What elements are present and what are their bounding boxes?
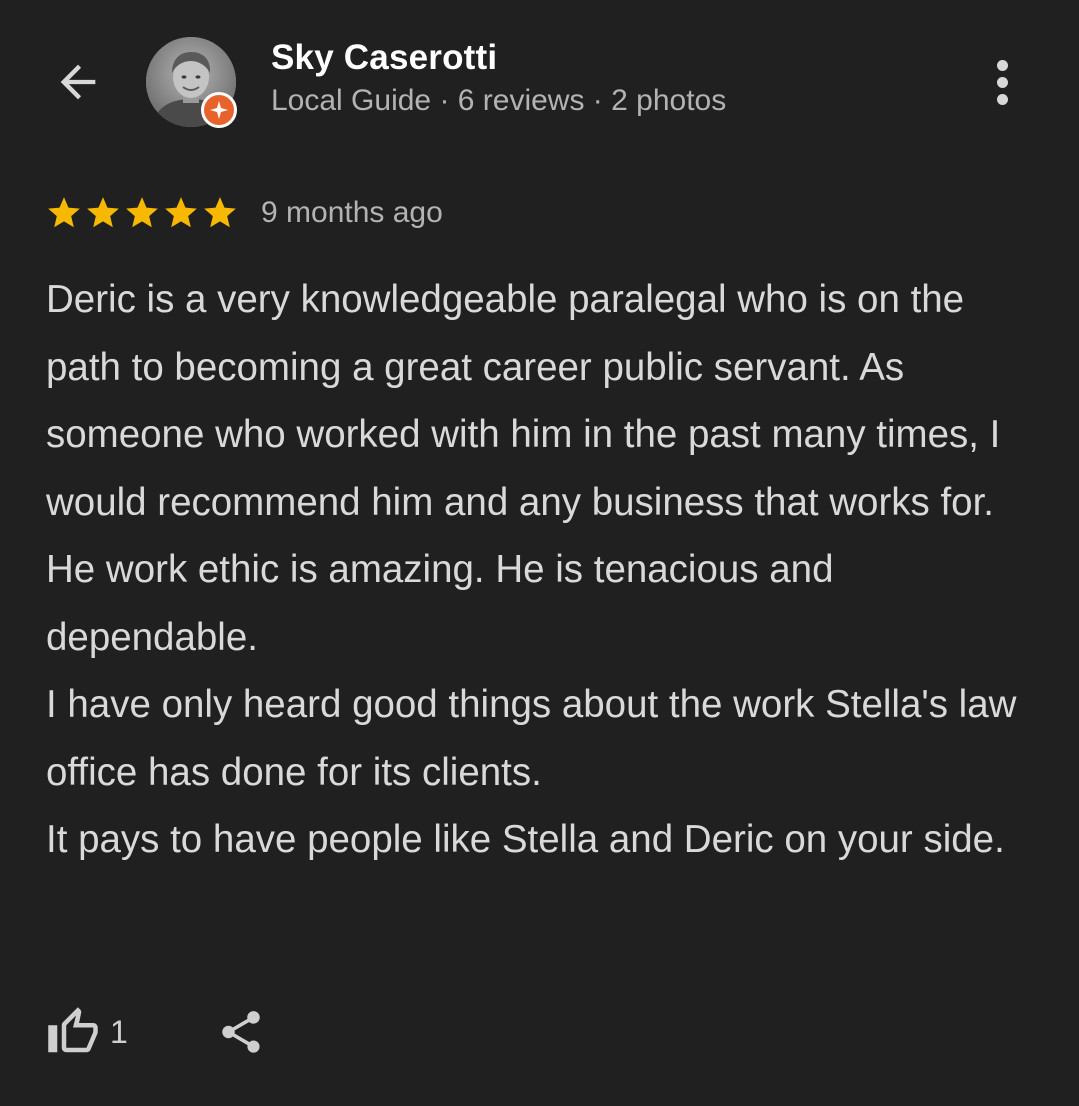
star-icon <box>126 197 158 228</box>
more-vert-icon <box>996 59 1008 71</box>
share-button[interactable] <box>216 1007 266 1057</box>
star-icon <box>87 197 119 228</box>
review-header: Sky Caserotti Local Guide · 6 reviews · … <box>0 0 1079 160</box>
more-options-button[interactable] <box>980 52 1024 112</box>
rating-row: 9 months ago <box>45 192 443 234</box>
star-icon <box>165 197 197 228</box>
like-count: 1 <box>110 1013 128 1050</box>
share-icon <box>222 1011 260 1053</box>
star-icon <box>204 197 236 228</box>
star-icon <box>48 197 80 228</box>
like-button[interactable]: 1 <box>46 1005 128 1059</box>
reviewer-meta: Local Guide · 6 reviews · 2 photos <box>271 84 727 117</box>
thumbs-up-icon <box>48 1007 98 1053</box>
review-time: 9 months ago <box>261 196 443 229</box>
review-actions: 1 <box>46 1002 266 1062</box>
arrow-back-icon <box>60 64 96 100</box>
review-text: Deric is a very knowledgeable paralegal … <box>46 278 1017 861</box>
reviewer-avatar[interactable] <box>146 37 237 128</box>
local-guide-badge-icon <box>201 92 237 128</box>
star-rating <box>45 194 239 232</box>
back-button[interactable] <box>46 50 110 114</box>
reviewer-name[interactable]: Sky Caserotti <box>271 38 497 78</box>
